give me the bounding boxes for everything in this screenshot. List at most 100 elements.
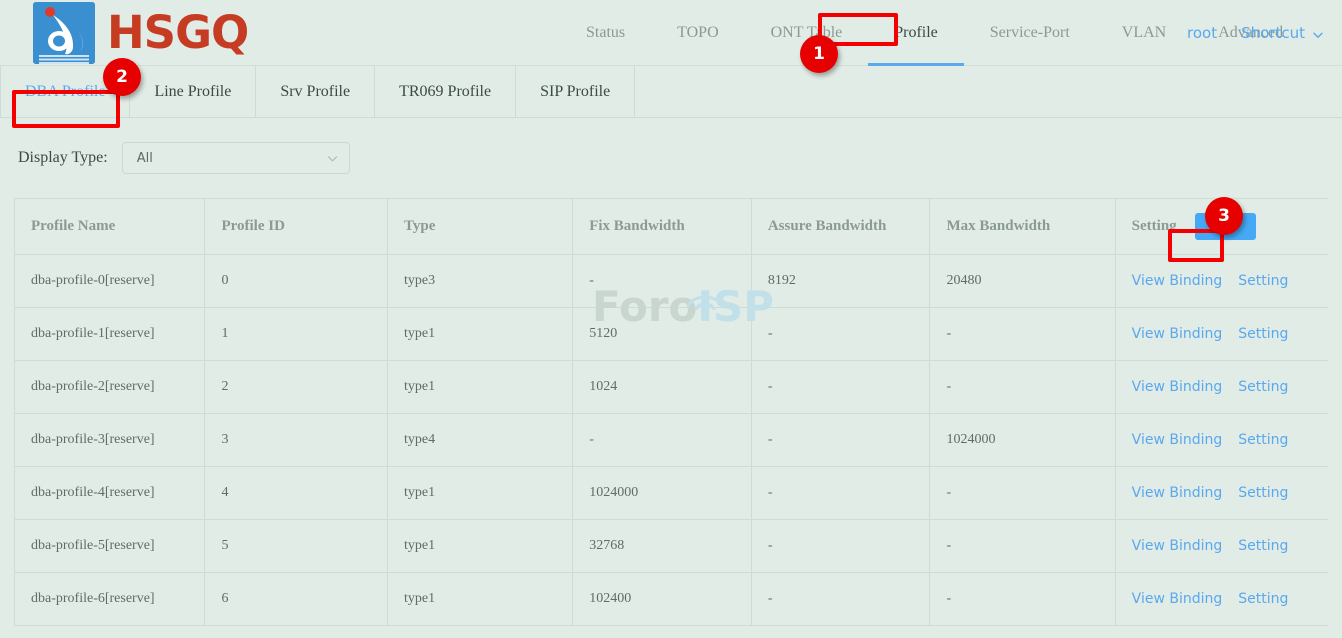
header-right-actions: root Shortcut — [1187, 0, 1324, 66]
cell-profile-id: 1 — [205, 307, 388, 360]
cell-assure-bandwidth: - — [751, 413, 930, 466]
cell-setting-actions: View Binding Setting — [1115, 572, 1328, 625]
cell-type: type1 — [388, 307, 573, 360]
table-row: dba-profile-0[reserve]0type3-819220480Vi… — [15, 254, 1329, 307]
cell-profile-name: dba-profile-2[reserve] — [15, 360, 205, 413]
setting-link[interactable]: Setting — [1238, 326, 1288, 342]
filter-bar: Display Type: All — [0, 118, 1342, 198]
cell-setting-actions: View Binding Setting — [1115, 413, 1328, 466]
view-binding-link[interactable]: View Binding — [1132, 273, 1223, 289]
view-binding-link[interactable]: View Binding — [1132, 538, 1223, 554]
table-row: dba-profile-1[reserve]1type15120--View B… — [15, 307, 1329, 360]
cell-fix-bandwidth: 32768 — [573, 519, 752, 572]
column-header-assure-bandwidth: Assure Bandwidth — [751, 199, 930, 254]
cell-type: type1 — [388, 572, 573, 625]
column-header-setting: Setting Add — [1115, 199, 1328, 254]
cell-profile-name: dba-profile-4[reserve] — [15, 466, 205, 519]
current-user-link[interactable]: root — [1187, 24, 1217, 42]
cell-profile-name: dba-profile-3[reserve] — [15, 413, 205, 466]
cell-type: type3 — [388, 254, 573, 307]
table-row: dba-profile-5[reserve]5type132768--View … — [15, 519, 1329, 572]
cell-setting-actions: View Binding Setting — [1115, 254, 1328, 307]
cell-fix-bandwidth: 5120 — [573, 307, 752, 360]
cell-profile-id: 5 — [205, 519, 388, 572]
table-header-row: Profile Name Profile ID Type Fix Bandwid… — [15, 199, 1329, 254]
view-binding-link[interactable]: View Binding — [1132, 591, 1223, 607]
column-header-profile-name: Profile Name — [15, 199, 205, 254]
tab-srv-profile[interactable]: Srv Profile — [255, 66, 375, 117]
cell-fix-bandwidth: 102400 — [573, 572, 752, 625]
nav-item-profile[interactable]: Profile — [894, 0, 938, 66]
table-row: dba-profile-4[reserve]4type11024000--Vie… — [15, 466, 1329, 519]
brand-name: HSGQ — [107, 10, 248, 55]
cell-type: type1 — [388, 519, 573, 572]
nav-item-topo[interactable]: TOPO — [677, 0, 719, 66]
cell-profile-name: dba-profile-5[reserve] — [15, 519, 205, 572]
cell-max-bandwidth: - — [930, 519, 1115, 572]
setting-link[interactable]: Setting — [1238, 379, 1288, 395]
setting-link[interactable]: Setting — [1238, 538, 1288, 554]
dba-profile-table: Profile Name Profile ID Type Fix Bandwid… — [14, 199, 1328, 626]
cell-setting-actions: View Binding Setting — [1115, 466, 1328, 519]
cell-max-bandwidth: 20480 — [930, 254, 1115, 307]
cell-profile-id: 4 — [205, 466, 388, 519]
cell-type: type4 — [388, 413, 573, 466]
cell-profile-name: dba-profile-0[reserve] — [15, 254, 205, 307]
tab-dba-profile[interactable]: DBA Profile — [0, 66, 130, 117]
profile-subtabs: DBA Profile Line Profile Srv Profile TR0… — [0, 66, 1342, 118]
cell-max-bandwidth: - — [930, 466, 1115, 519]
view-binding-link[interactable]: View Binding — [1132, 326, 1223, 342]
view-binding-link[interactable]: View Binding — [1132, 379, 1223, 395]
cell-fix-bandwidth: 1024 — [573, 360, 752, 413]
display-type-select[interactable]: All — [122, 142, 350, 174]
cell-profile-id: 2 — [205, 360, 388, 413]
tab-tr069-profile[interactable]: TR069 Profile — [374, 66, 516, 117]
cell-profile-id: 0 — [205, 254, 388, 307]
display-type-label: Display Type: — [18, 149, 108, 167]
cell-fix-bandwidth: 1024000 — [573, 466, 752, 519]
display-type-value: All — [137, 151, 326, 166]
shortcut-menu[interactable]: Shortcut — [1241, 24, 1324, 42]
tab-line-profile[interactable]: Line Profile — [129, 66, 256, 117]
shortcut-label: Shortcut — [1241, 24, 1305, 42]
setting-link[interactable]: Setting — [1238, 485, 1288, 501]
tab-sip-profile[interactable]: SIP Profile — [515, 66, 635, 117]
cell-profile-name: dba-profile-6[reserve] — [15, 572, 205, 625]
cell-setting-actions: View Binding Setting — [1115, 360, 1328, 413]
nav-item-service-port[interactable]: Service-Port — [990, 0, 1070, 66]
view-binding-link[interactable]: View Binding — [1132, 432, 1223, 448]
table-row: dba-profile-6[reserve]6type1102400--View… — [15, 572, 1329, 625]
nav-item-ont-table[interactable]: ONT Table — [771, 0, 843, 66]
nav-item-vlan[interactable]: VLAN — [1122, 0, 1166, 66]
setting-link[interactable]: Setting — [1238, 273, 1288, 289]
table-row: dba-profile-2[reserve]2type11024--View B… — [15, 360, 1329, 413]
cell-setting-actions: View Binding Setting — [1115, 519, 1328, 572]
add-button[interactable]: Add — [1195, 213, 1256, 240]
hsgq-wave-logo-icon — [33, 2, 95, 64]
setting-link[interactable]: Setting — [1238, 432, 1288, 448]
cell-fix-bandwidth: - — [573, 413, 752, 466]
view-binding-link[interactable]: View Binding — [1132, 485, 1223, 501]
brand-logo: HSGQ — [33, 2, 248, 64]
cell-assure-bandwidth: 8192 — [751, 254, 930, 307]
cell-profile-name: dba-profile-1[reserve] — [15, 307, 205, 360]
table-body: dba-profile-0[reserve]0type3-819220480Vi… — [15, 254, 1329, 625]
cell-assure-bandwidth: - — [751, 519, 930, 572]
cell-max-bandwidth: - — [930, 360, 1115, 413]
cell-assure-bandwidth: - — [751, 572, 930, 625]
setting-link[interactable]: Setting — [1238, 591, 1288, 607]
column-header-profile-id: Profile ID — [205, 199, 388, 254]
table-row: dba-profile-3[reserve]3type4--1024000Vie… — [15, 413, 1329, 466]
column-header-type: Type — [388, 199, 573, 254]
cell-assure-bandwidth: - — [751, 466, 930, 519]
column-header-max-bandwidth: Max Bandwidth — [930, 199, 1115, 254]
chevron-down-icon — [326, 152, 339, 165]
nav-item-status[interactable]: Status — [586, 0, 625, 66]
cell-assure-bandwidth: - — [751, 307, 930, 360]
setting-header-label: Setting — [1132, 218, 1177, 235]
cell-assure-bandwidth: - — [751, 360, 930, 413]
chevron-down-icon — [1312, 27, 1324, 39]
app-header: HSGQ Status TOPO ONT Table Profile Servi… — [0, 0, 1342, 66]
cell-setting-actions: View Binding Setting — [1115, 307, 1328, 360]
cell-profile-id: 6 — [205, 572, 388, 625]
